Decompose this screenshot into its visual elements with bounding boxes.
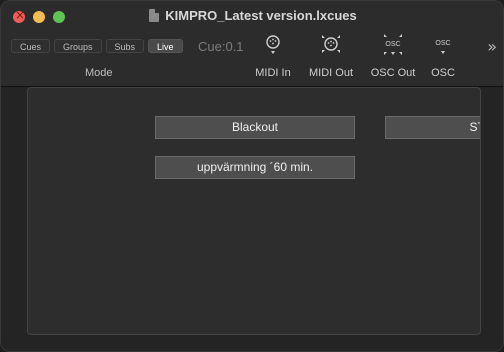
warmup-cue-button[interactable]: uppvärmning ´60 min. bbox=[155, 156, 355, 179]
osc-out-icon: OSC bbox=[381, 33, 405, 57]
midi-out-label: MIDI Out bbox=[308, 67, 354, 79]
midi-in-label: MIDI In bbox=[255, 67, 291, 79]
osc-out-button[interactable]: OSC OSC Out bbox=[371, 33, 415, 79]
midi-out-button[interactable]: MIDI Out bbox=[309, 33, 353, 79]
osc-icon: OSC bbox=[431, 33, 455, 57]
live-view: Blackout STAR uppvärmning ´60 min. bbox=[1, 87, 503, 351]
osc-out-icon-text: OSC bbox=[385, 41, 400, 48]
osc-out-label: OSC Out bbox=[370, 67, 416, 79]
midi-in-icon bbox=[261, 33, 285, 57]
mode-live-button[interactable]: Live bbox=[148, 39, 183, 53]
titlebar: KIMPRO_Latest version.lxcues Cues Groups… bbox=[1, 1, 503, 87]
cue-panel: Blackout STAR uppvärmning ´60 min. bbox=[27, 87, 481, 335]
osc-icon-text: OSC bbox=[435, 40, 450, 47]
blackout-cue-button[interactable]: Blackout bbox=[155, 116, 355, 139]
mode-caption: Mode bbox=[85, 67, 113, 79]
window-title-area: KIMPRO_Latest version.lxcues bbox=[1, 8, 503, 23]
mode-groups-button[interactable]: Groups bbox=[54, 39, 102, 53]
osc-button[interactable]: OSC OSC bbox=[431, 33, 455, 79]
mode-subs-button[interactable]: Subs bbox=[105, 39, 145, 53]
cue-indicator: Cue:0.1 bbox=[198, 39, 244, 54]
midi-out-icon bbox=[319, 33, 343, 57]
mode-cues-button[interactable]: Cues bbox=[11, 39, 51, 53]
document-icon bbox=[149, 9, 160, 22]
midi-in-button[interactable]: MIDI In bbox=[255, 33, 291, 79]
toolbar-overflow-icon[interactable]: » bbox=[487, 37, 497, 56]
app-window: KIMPRO_Latest version.lxcues Cues Groups… bbox=[0, 0, 504, 352]
mode-selector: Cues Groups Subs Live bbox=[11, 39, 183, 53]
window-title: KIMPRO_Latest version.lxcues bbox=[165, 8, 357, 23]
start-cue-button[interactable]: STAR bbox=[385, 116, 480, 139]
osc-label: OSC bbox=[431, 67, 455, 79]
